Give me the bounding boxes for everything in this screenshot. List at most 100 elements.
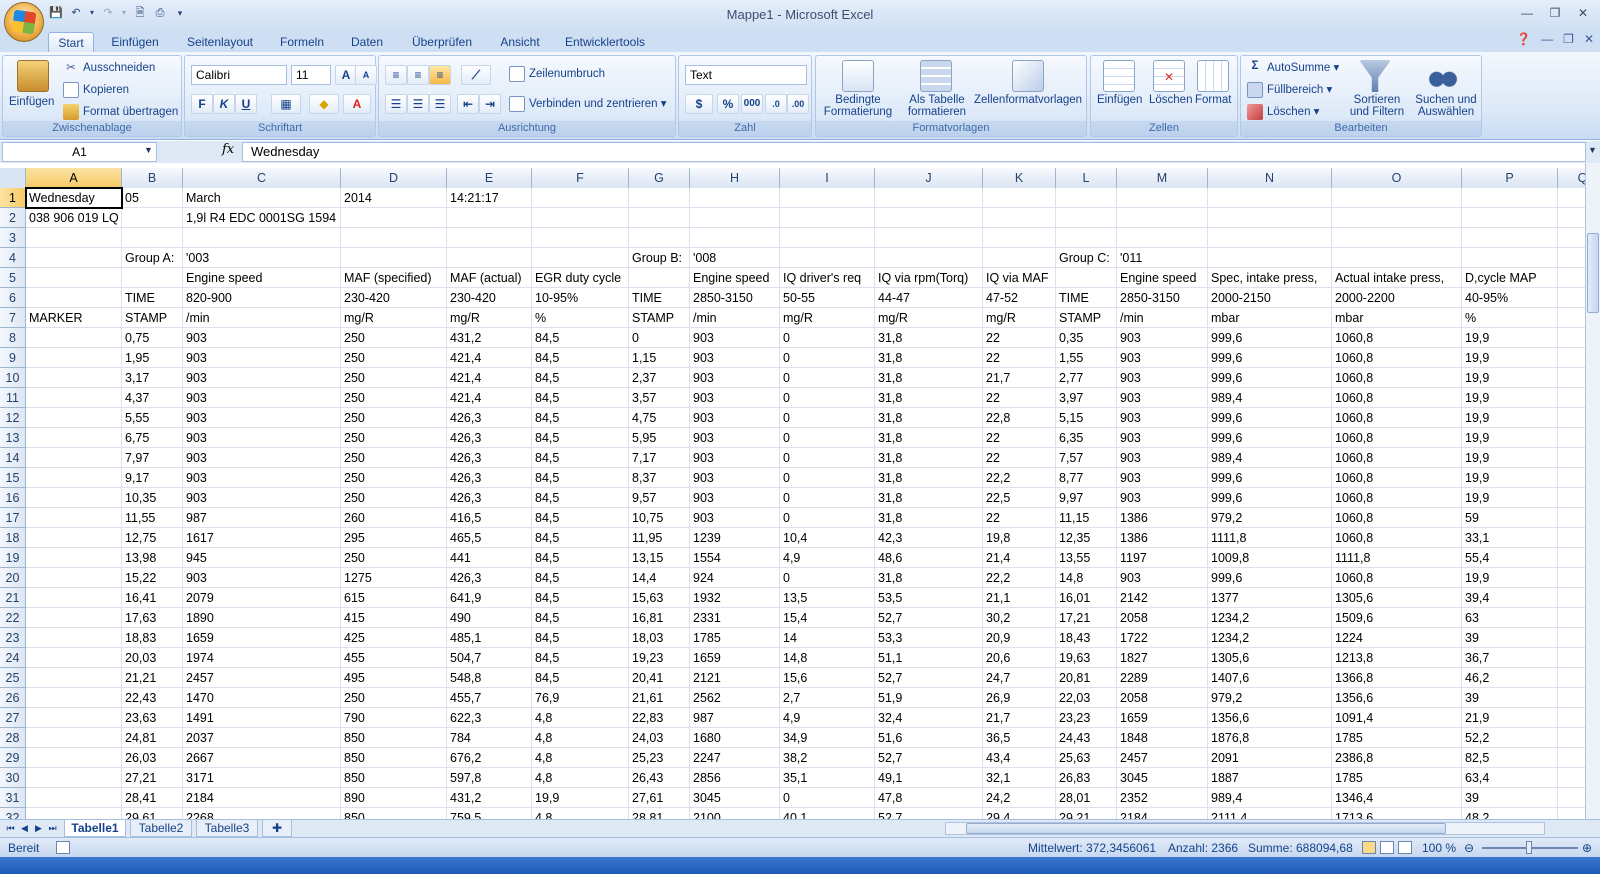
- cell-a31[interactable]: [26, 788, 122, 808]
- cell-i18[interactable]: 10,4: [780, 528, 875, 548]
- tab-ueberpruefen[interactable]: Überprüfen: [404, 32, 480, 52]
- cell-l18[interactable]: 12,35: [1056, 528, 1117, 548]
- cell-h14[interactable]: 903: [690, 448, 780, 468]
- wrap-text-button[interactable]: Zeilenumbruch: [509, 66, 605, 82]
- expand-formula-bar-icon[interactable]: ▼: [1588, 145, 1597, 155]
- cell-p18[interactable]: 33,1: [1462, 528, 1558, 548]
- cell-e7[interactable]: mg/R: [447, 308, 532, 328]
- cell-f2[interactable]: [532, 208, 629, 228]
- cell-g3[interactable]: [629, 228, 690, 248]
- horizontal-scroll-thumb[interactable]: [966, 823, 1446, 834]
- cell-l5[interactable]: [1056, 268, 1117, 288]
- cell-d21[interactable]: 615: [341, 588, 447, 608]
- cell-m13[interactable]: 903: [1117, 428, 1208, 448]
- cell-e14[interactable]: 426,3: [447, 448, 532, 468]
- font-color-button[interactable]: A: [343, 94, 371, 114]
- cell-f11[interactable]: 84,5: [532, 388, 629, 408]
- cell-m8[interactable]: 903: [1117, 328, 1208, 348]
- cell-j22[interactable]: 52,7: [875, 608, 983, 628]
- cell-m19[interactable]: 1197: [1117, 548, 1208, 568]
- cell-h2[interactable]: [690, 208, 780, 228]
- cell-j15[interactable]: 31,8: [875, 468, 983, 488]
- row-header[interactable]: 12: [0, 408, 26, 428]
- row-header[interactable]: 26: [0, 688, 26, 708]
- cell-j32[interactable]: 52,7: [875, 808, 983, 819]
- cell-a13[interactable]: [26, 428, 122, 448]
- cell-g21[interactable]: 15,63: [629, 588, 690, 608]
- cell-b27[interactable]: 23,63: [122, 708, 183, 728]
- cell-o15[interactable]: 1060,8: [1332, 468, 1462, 488]
- cell-h28[interactable]: 1680: [690, 728, 780, 748]
- cell-c6[interactable]: 820-900: [183, 288, 341, 308]
- cell-i29[interactable]: 38,2: [780, 748, 875, 768]
- cell-a6[interactable]: [26, 288, 122, 308]
- cell-n26[interactable]: 979,2: [1208, 688, 1332, 708]
- cell-k31[interactable]: 24,2: [983, 788, 1056, 808]
- cell-p17[interactable]: 59: [1462, 508, 1558, 528]
- cell-k18[interactable]: 19,8: [983, 528, 1056, 548]
- cell-c4[interactable]: '003: [183, 248, 341, 268]
- cell-d22[interactable]: 415: [341, 608, 447, 628]
- cell-q6[interactable]: [1558, 288, 1585, 308]
- cell-m7[interactable]: /min: [1117, 308, 1208, 328]
- cell-c23[interactable]: 1659: [183, 628, 341, 648]
- cell-k11[interactable]: 22: [983, 388, 1056, 408]
- cell-o20[interactable]: 1060,8: [1332, 568, 1462, 588]
- align-center-button[interactable]: ☰: [407, 94, 429, 114]
- cell-l7[interactable]: STAMP: [1056, 308, 1117, 328]
- cell-k28[interactable]: 36,5: [983, 728, 1056, 748]
- row-header[interactable]: 15: [0, 468, 26, 488]
- cell-o18[interactable]: 1060,8: [1332, 528, 1462, 548]
- next-sheet-icon[interactable]: ▶: [32, 821, 45, 836]
- cell-a10[interactable]: [26, 368, 122, 388]
- cell-c15[interactable]: 903: [183, 468, 341, 488]
- cell-b28[interactable]: 24,81: [122, 728, 183, 748]
- cell-k24[interactable]: 20,6: [983, 648, 1056, 668]
- cell-n18[interactable]: 1111,8: [1208, 528, 1332, 548]
- cell-f31[interactable]: 19,9: [532, 788, 629, 808]
- cell-b24[interactable]: 20,03: [122, 648, 183, 668]
- grow-font-button[interactable]: A: [335, 65, 357, 85]
- vertical-scroll-thumb[interactable]: [1587, 233, 1599, 313]
- cell-l26[interactable]: 22,03: [1056, 688, 1117, 708]
- cell-q19[interactable]: [1558, 548, 1585, 568]
- cell-i4[interactable]: [780, 248, 875, 268]
- cell-h27[interactable]: 987: [690, 708, 780, 728]
- cell-p4[interactable]: [1462, 248, 1558, 268]
- cell-h20[interactable]: 924: [690, 568, 780, 588]
- cell-o14[interactable]: 1060,8: [1332, 448, 1462, 468]
- cell-f13[interactable]: 84,5: [532, 428, 629, 448]
- cell-i22[interactable]: 15,4: [780, 608, 875, 628]
- row-header[interactable]: 21: [0, 588, 26, 608]
- cell-o10[interactable]: 1060,8: [1332, 368, 1462, 388]
- cell-j2[interactable]: [875, 208, 983, 228]
- cell-m6[interactable]: 2850-3150: [1117, 288, 1208, 308]
- cell-e23[interactable]: 485,1: [447, 628, 532, 648]
- column-header-o[interactable]: O: [1332, 168, 1462, 188]
- column-header-e[interactable]: E: [447, 168, 532, 188]
- cell-c19[interactable]: 945: [183, 548, 341, 568]
- cell-p23[interactable]: 39: [1462, 628, 1558, 648]
- cell-o27[interactable]: 1091,4: [1332, 708, 1462, 728]
- cell-a32[interactable]: [26, 808, 122, 819]
- cell-e5[interactable]: MAF (actual): [447, 268, 532, 288]
- cell-n25[interactable]: 1407,6: [1208, 668, 1332, 688]
- row-header[interactable]: 23: [0, 628, 26, 648]
- cell-d8[interactable]: 250: [341, 328, 447, 348]
- cell-e32[interactable]: 759,5: [447, 808, 532, 819]
- cell-d3[interactable]: [341, 228, 447, 248]
- cell-i28[interactable]: 34,9: [780, 728, 875, 748]
- cell-i6[interactable]: 50-55: [780, 288, 875, 308]
- row-header[interactable]: 8: [0, 328, 26, 348]
- cell-j8[interactable]: 31,8: [875, 328, 983, 348]
- cell-l27[interactable]: 23,23: [1056, 708, 1117, 728]
- cell-k5[interactable]: IQ via MAF: [983, 268, 1056, 288]
- cell-b8[interactable]: 0,75: [122, 328, 183, 348]
- cell-h21[interactable]: 1932: [690, 588, 780, 608]
- cell-k29[interactable]: 43,4: [983, 748, 1056, 768]
- cell-m29[interactable]: 2457: [1117, 748, 1208, 768]
- cell-c32[interactable]: 2268: [183, 808, 341, 819]
- cell-c18[interactable]: 1617: [183, 528, 341, 548]
- cell-m14[interactable]: 903: [1117, 448, 1208, 468]
- cell-j29[interactable]: 52,7: [875, 748, 983, 768]
